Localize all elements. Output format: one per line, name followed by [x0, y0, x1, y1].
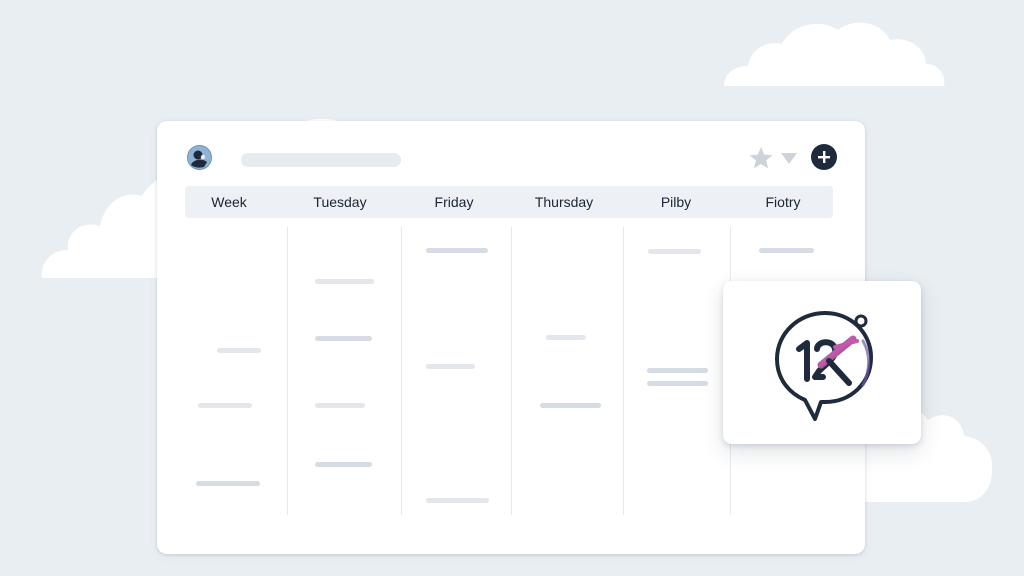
event-placeholder[interactable] — [217, 348, 261, 353]
event-placeholder[interactable] — [648, 249, 701, 254]
column-header-thursday[interactable]: Thursday — [535, 186, 593, 218]
event-placeholder[interactable] — [426, 364, 475, 369]
event-placeholder[interactable] — [315, 403, 365, 408]
day-header-row: Week Tuesday Friday Thursday Pilby Fiotr… — [185, 186, 833, 218]
column-header-week[interactable]: Week — [211, 186, 247, 218]
event-placeholder[interactable] — [315, 336, 372, 341]
chevron-down-icon[interactable] — [780, 150, 798, 166]
event-placeholder[interactable] — [647, 368, 708, 373]
search-bar[interactable] — [241, 153, 401, 167]
column-divider — [287, 227, 288, 515]
event-placeholder[interactable] — [196, 481, 260, 486]
column-header-friday[interactable]: Friday — [435, 186, 474, 218]
plus-icon — [818, 151, 830, 163]
user-avatar-icon[interactable] — [187, 145, 212, 170]
event-placeholder[interactable] — [198, 403, 252, 408]
chat-bubble-logo-icon — [775, 311, 873, 421]
column-header-pilby[interactable]: Pilby — [661, 186, 691, 218]
column-divider — [623, 227, 624, 515]
column-divider — [511, 227, 512, 515]
event-placeholder[interactable] — [540, 403, 601, 408]
event-placeholder[interactable] — [759, 248, 814, 253]
column-divider — [401, 227, 402, 515]
event-placeholder[interactable] — [546, 335, 586, 340]
event-placeholder[interactable] — [315, 462, 372, 467]
event-placeholder[interactable] — [315, 279, 374, 284]
floating-logo-card[interactable] — [723, 281, 921, 444]
star-icon[interactable] — [748, 146, 774, 170]
event-placeholder[interactable] — [647, 381, 708, 386]
background-cloud-top-right — [724, 22, 945, 87]
column-header-fiotry[interactable]: Fiotry — [766, 186, 801, 218]
event-placeholder[interactable] — [426, 498, 489, 503]
add-button[interactable] — [811, 144, 837, 170]
event-placeholder[interactable] — [426, 248, 488, 253]
column-header-tuesday[interactable]: Tuesday — [313, 186, 366, 218]
